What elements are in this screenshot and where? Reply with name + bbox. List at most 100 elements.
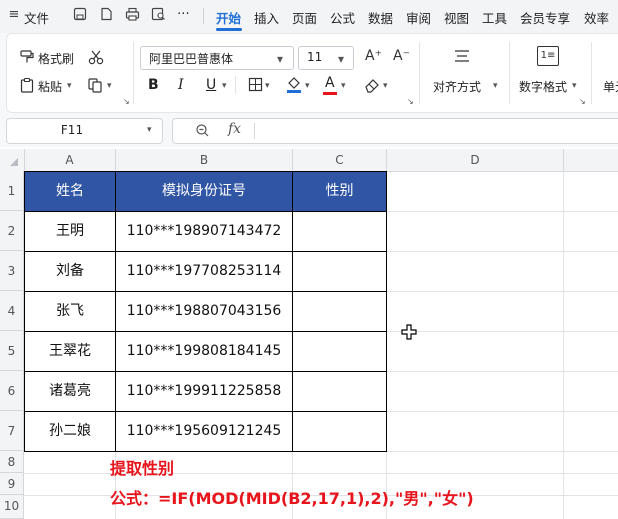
cell-cursor-icon (401, 324, 417, 343)
menu-file[interactable]: 文件 (24, 8, 49, 27)
export-pdf-icon[interactable] (98, 7, 114, 23)
column-header-c[interactable]: C (293, 149, 387, 171)
group-divider (133, 42, 134, 104)
italic-button[interactable]: I (178, 77, 184, 93)
row-header-3[interactable]: 3 (0, 251, 24, 291)
underline-dropdown-icon[interactable]: ▾ (222, 81, 227, 91)
table-header-name[interactable]: 姓名 (24, 171, 116, 212)
fill-color-dropdown-icon[interactable]: ▾ (305, 81, 310, 91)
zoom-formula-icon[interactable] (195, 123, 210, 141)
tab-efficiency[interactable]: 效率 (584, 8, 609, 27)
print-icon[interactable] (124, 7, 140, 23)
table-cell-name[interactable]: 孙二娘 (24, 411, 116, 452)
column-header-b[interactable]: B (116, 149, 293, 171)
table-cell-id[interactable]: 110***195609121245 (115, 411, 293, 452)
row-header-8[interactable]: 8 (0, 451, 24, 473)
name-box[interactable]: F11 ▾ (6, 118, 163, 144)
table-cell-name[interactable]: 王翠花 (24, 331, 116, 372)
tab-data[interactable]: 数据 (368, 8, 393, 27)
font-color-button[interactable]: A (325, 75, 335, 91)
group-divider (419, 42, 420, 104)
copy-dropdown-icon[interactable]: ▾ (107, 81, 112, 91)
table-cell-id[interactable]: 110***198807043156 (115, 291, 293, 332)
row-header-5[interactable]: 5 (0, 331, 24, 371)
table-cell-gender[interactable] (292, 411, 387, 452)
number-format-label[interactable]: 数字格式 (519, 78, 567, 95)
hamburger-menu-icon[interactable]: ≡ (6, 7, 22, 23)
tab-page[interactable]: 页面 (292, 8, 317, 27)
font-name-dropdown-icon: ▾ (277, 52, 284, 66)
row-header-2[interactable]: 2 (0, 211, 24, 251)
number-launcher-icon[interactable]: ↘ (579, 97, 586, 106)
formula-input[interactable]: fx (172, 118, 618, 144)
paste-label[interactable]: 粘贴 (38, 78, 62, 95)
fx-insert-function-button[interactable]: fx (228, 121, 241, 137)
print-preview-icon[interactable] (150, 7, 166, 23)
select-all-corner[interactable] (0, 149, 25, 171)
table-cell-gender[interactable] (292, 251, 387, 292)
table-cell-id[interactable]: 110***197708253114 (115, 251, 293, 292)
table-cell-gender[interactable] (292, 371, 387, 412)
table-cell-gender[interactable] (292, 291, 387, 332)
underline-button[interactable]: U (206, 77, 216, 93)
paste-icon[interactable] (19, 77, 35, 97)
format-painter-icon[interactable] (19, 49, 35, 69)
border-dropdown-icon[interactable]: ▾ (265, 81, 270, 91)
table-cell-name[interactable]: 张飞 (24, 291, 116, 332)
align-icon[interactable] (453, 48, 471, 68)
font-color-dropdown-icon[interactable]: ▾ (341, 81, 346, 91)
table-cell-name[interactable]: 王明 (24, 211, 116, 252)
row-header-7[interactable]: 7 (0, 411, 24, 451)
row-header-1[interactable]: 1 (0, 171, 24, 211)
cell-reference: F11 (60, 123, 84, 137)
table-cell-id[interactable]: 110***199808184145 (115, 331, 293, 372)
column-header-a[interactable]: A (24, 149, 116, 171)
name-box-dropdown-icon[interactable]: ▾ (147, 125, 152, 135)
copy-icon[interactable] (87, 77, 103, 97)
font-size-select[interactable]: 11 ▾ (298, 46, 354, 70)
tab-member[interactable]: 会员专享 (520, 8, 570, 27)
number-format-icon[interactable]: 1≡ (537, 46, 559, 66)
row-header-9[interactable]: 9 (0, 473, 24, 495)
font-name-select[interactable]: 阿里巴巴普惠体 ▾ (140, 46, 294, 70)
more-options-icon[interactable]: ⋯ (177, 5, 191, 20)
eraser-icon[interactable] (363, 77, 381, 97)
fill-color-icon[interactable] (285, 75, 303, 97)
tab-insert[interactable]: 插入 (254, 8, 279, 27)
font-divider (235, 76, 236, 94)
shrink-font-button[interactable]: A⁻ (393, 48, 410, 64)
table-cell-name[interactable]: 诸葛亮 (24, 371, 116, 412)
table-cell-id[interactable]: 110***198907143472 (115, 211, 293, 252)
format-painter-label[interactable]: 格式刷 (38, 50, 74, 67)
row-header-4[interactable]: 4 (0, 291, 24, 331)
cell-label[interactable]: 单元 (603, 78, 618, 95)
tab-review[interactable]: 审阅 (406, 8, 431, 27)
table-cell-name[interactable]: 刘备 (24, 251, 116, 292)
group-divider (591, 42, 592, 104)
font-size-dropdown-icon: ▾ (338, 52, 345, 66)
number-format-dropdown-icon[interactable]: ▾ (572, 81, 577, 91)
eraser-dropdown-icon[interactable]: ▾ (383, 81, 388, 91)
paste-dropdown-icon[interactable]: ▾ (67, 81, 72, 91)
alignment-label[interactable]: 对齐方式 (433, 78, 481, 95)
save-icon[interactable] (72, 7, 88, 23)
column-header-d[interactable]: D (387, 149, 564, 171)
bold-button[interactable]: B (148, 77, 159, 93)
table-header-gender[interactable]: 性别 (292, 171, 387, 212)
cut-icon[interactable] (87, 49, 105, 69)
tab-home[interactable]: 开始 (216, 8, 241, 27)
row-header-6[interactable]: 6 (0, 371, 24, 411)
grow-font-button[interactable]: A⁺ (365, 48, 382, 64)
tab-tools[interactable]: 工具 (482, 8, 507, 27)
alignment-dropdown-icon[interactable]: ▾ (493, 81, 498, 91)
table-cell-gender[interactable] (292, 211, 387, 252)
row-header-10[interactable]: 10 (0, 495, 24, 519)
tab-view[interactable]: 视图 (444, 8, 469, 27)
clipboard-launcher-icon[interactable]: ↘ (123, 97, 130, 106)
font-launcher-icon[interactable]: ↘ (407, 97, 414, 106)
table-cell-id[interactable]: 110***199911225858 (115, 371, 293, 412)
border-icon[interactable] (247, 77, 263, 96)
table-cell-gender[interactable] (292, 331, 387, 372)
tab-formula[interactable]: 公式 (330, 8, 355, 27)
table-header-id[interactable]: 模拟身份证号 (115, 171, 293, 212)
